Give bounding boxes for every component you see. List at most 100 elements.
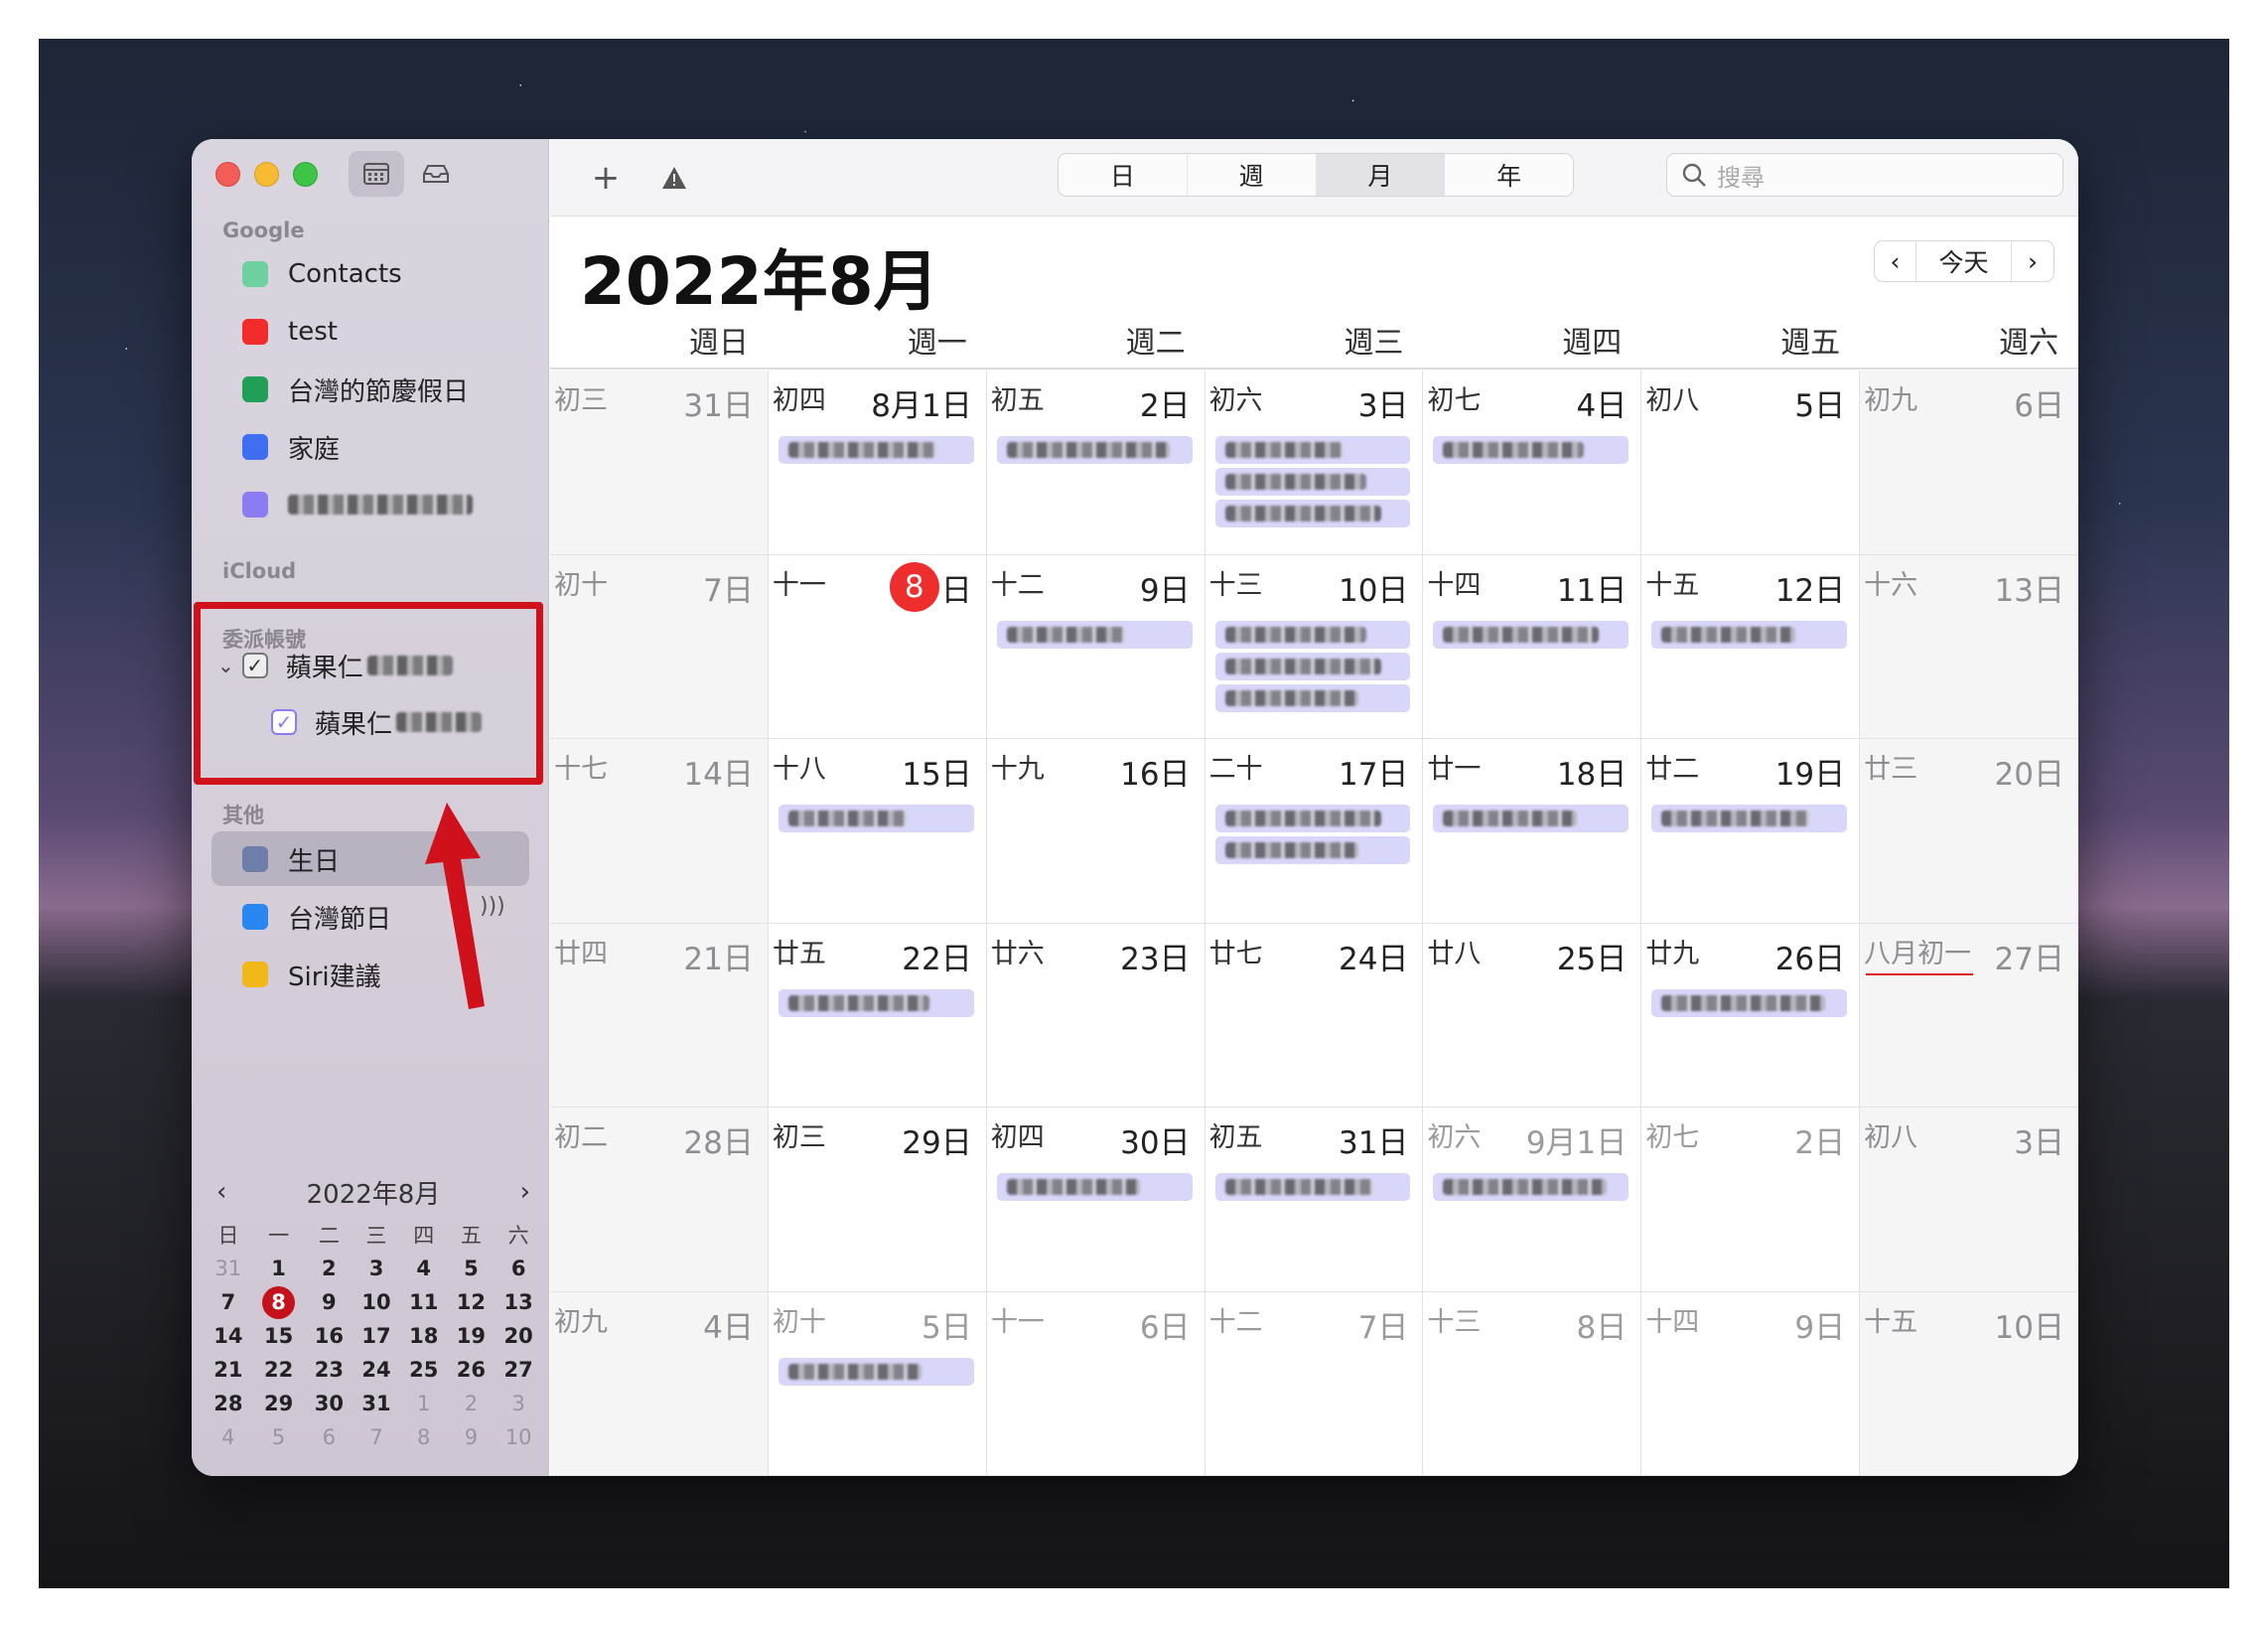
day-cell[interactable]: 初九 4日 (550, 1291, 769, 1476)
day-cell[interactable]: 初六 9月1日 (1423, 1108, 1642, 1292)
zoom-button[interactable] (293, 162, 318, 187)
mini-day[interactable]: 27 (495, 1353, 542, 1387)
mini-day[interactable]: 5 (252, 1420, 306, 1454)
day-cell[interactable]: 初八 3日 (1860, 1108, 2078, 1292)
alert-button[interactable] (649, 153, 699, 203)
add-event-button[interactable]: + (581, 153, 631, 203)
mini-day[interactable]: 26 (448, 1353, 496, 1387)
mini-day[interactable]: 1 (252, 1252, 306, 1285)
today-button[interactable]: 今天 (1916, 241, 2012, 281)
search-field[interactable]: 搜尋 (1666, 153, 2063, 197)
mini-day[interactable]: 4 (205, 1420, 252, 1454)
calendar-list-toggle[interactable] (349, 151, 404, 197)
next-month-button[interactable]: › (2012, 241, 2054, 281)
mini-day[interactable]: 22 (252, 1353, 306, 1387)
day-cell[interactable]: 八月初一 27日 (1860, 923, 2078, 1108)
event-pill[interactable] (778, 436, 974, 464)
mini-day[interactable]: 25 (400, 1353, 448, 1387)
day-cell[interactable]: 十一 8 日 (768, 554, 987, 739)
mini-day[interactable]: 2 (448, 1387, 496, 1420)
mini-day[interactable]: 20 (495, 1319, 542, 1353)
day-cell[interactable]: 初九 6日 (1860, 370, 2078, 555)
day-cell[interactable]: 十五 12日 (1641, 554, 1861, 739)
day-cell[interactable]: 初十 5日 (768, 1291, 987, 1476)
day-cell[interactable]: 初四 30日 (986, 1108, 1205, 1292)
view-tab[interactable]: 日 (1059, 154, 1188, 196)
day-cell[interactable]: 廿一 18日 (1423, 739, 1642, 924)
day-cell[interactable]: 廿五 22日 (768, 923, 987, 1108)
mini-day[interactable]: 8 (400, 1420, 448, 1454)
mini-day[interactable]: 23 (306, 1353, 354, 1387)
mini-day[interactable]: 24 (353, 1353, 400, 1387)
day-cell[interactable]: 二十 17日 (1205, 739, 1424, 924)
mini-day[interactable]: 19 (448, 1319, 496, 1353)
day-cell[interactable]: 廿四 21日 (550, 923, 769, 1108)
view-tab[interactable]: 週 (1188, 154, 1317, 196)
day-cell[interactable]: 廿八 25日 (1423, 923, 1642, 1108)
minimize-button[interactable] (254, 162, 279, 187)
mini-day[interactable]: 16 (306, 1319, 354, 1353)
previous-month-button[interactable]: ‹ (1875, 241, 1916, 281)
mini-day[interactable]: 31 (353, 1387, 400, 1420)
event-pill[interactable] (778, 1357, 974, 1386)
event-pill[interactable] (1214, 652, 1411, 680)
calendar-color-swatch[interactable] (242, 434, 268, 460)
event-pill[interactable] (1214, 1173, 1411, 1201)
calendar-color-swatch[interactable] (242, 261, 268, 287)
calendar-item[interactable]: 台灣的節慶假日 (242, 370, 469, 409)
mini-day[interactable]: 12 (448, 1285, 496, 1319)
mini-day[interactable]: 11 (400, 1285, 448, 1319)
event-pill[interactable] (1214, 683, 1411, 712)
mini-day[interactable]: 8 (252, 1285, 306, 1319)
chevron-left-icon[interactable]: ‹ (216, 1177, 226, 1207)
day-cell[interactable]: 十五 10日 (1860, 1291, 2078, 1476)
mini-day[interactable]: 10 (353, 1285, 400, 1319)
mini-day[interactable]: 21 (205, 1353, 252, 1387)
mini-day[interactable]: 18 (400, 1319, 448, 1353)
day-cell[interactable]: 初六 3日 (1205, 370, 1424, 555)
day-cell[interactable]: 十四 11日 (1423, 554, 1642, 739)
calendar-color-swatch[interactable] (242, 319, 268, 345)
event-pill[interactable] (1214, 468, 1411, 496)
event-pill[interactable] (1214, 436, 1411, 464)
mini-day[interactable]: 13 (495, 1285, 542, 1319)
mini-day[interactable]: 7 (205, 1285, 252, 1319)
day-cell[interactable]: 初七 4日 (1423, 370, 1642, 555)
day-cell[interactable]: 廿九 26日 (1641, 923, 1861, 1108)
calendar-item[interactable]: Contacts (242, 254, 402, 294)
day-cell[interactable]: 十二 7日 (1205, 1291, 1424, 1476)
mini-day[interactable]: 3 (353, 1252, 400, 1285)
day-cell[interactable]: 初三 31日 (550, 370, 769, 555)
day-cell[interactable]: 十三 10日 (1205, 554, 1424, 739)
mini-day[interactable]: 2 (306, 1252, 354, 1285)
calendar-color-swatch[interactable] (242, 492, 268, 518)
day-cell[interactable]: 十四 9日 (1641, 1291, 1861, 1476)
event-pill[interactable] (1651, 805, 1848, 832)
mini-day[interactable]: 17 (353, 1319, 400, 1353)
event-pill[interactable] (996, 1173, 1193, 1201)
event-pill[interactable] (1433, 620, 1630, 649)
day-cell[interactable]: 廿三 20日 (1860, 739, 2078, 924)
day-cell[interactable]: 廿七 24日 (1205, 923, 1424, 1108)
day-cell[interactable]: 初八 5日 (1641, 370, 1861, 555)
mini-day[interactable]: 14 (205, 1319, 252, 1353)
day-cell[interactable]: 初三 29日 (768, 1108, 987, 1292)
mini-day[interactable]: 10 (495, 1420, 542, 1454)
chevron-right-icon[interactable]: › (520, 1177, 530, 1207)
event-pill[interactable] (1214, 805, 1411, 832)
mini-day[interactable]: 7 (353, 1420, 400, 1454)
event-pill[interactable] (778, 988, 974, 1017)
day-cell[interactable]: 初四 8月1日 (768, 370, 987, 555)
view-tab[interactable]: 年 (1445, 154, 1573, 196)
inbox-button[interactable] (408, 151, 464, 197)
day-cell[interactable]: 初五 2日 (986, 370, 1205, 555)
mini-day[interactable]: 31 (205, 1252, 252, 1285)
mini-day[interactable]: 6 (495, 1252, 542, 1285)
day-cell[interactable]: 初二 28日 (550, 1108, 769, 1292)
mini-day[interactable]: 3 (495, 1387, 542, 1420)
calendar-color-swatch[interactable] (242, 376, 268, 402)
day-cell[interactable]: 初七 2日 (1641, 1108, 1861, 1292)
day-cell[interactable]: 十九 16日 (986, 739, 1205, 924)
mini-day[interactable]: 30 (306, 1387, 354, 1420)
mini-day[interactable]: 5 (448, 1252, 496, 1285)
